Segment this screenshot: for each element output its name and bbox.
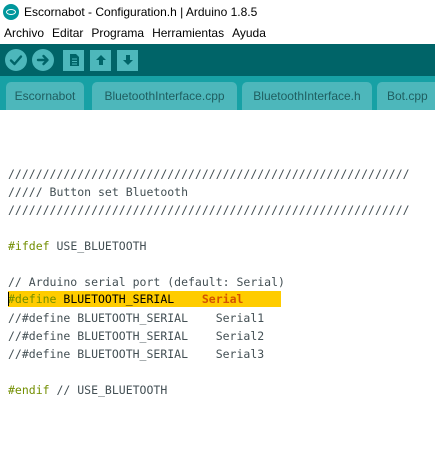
code-text: BLUETOOTH_SERIAL <box>56 292 202 306</box>
upload-button[interactable] <box>32 49 54 71</box>
preprocessor-keyword: #define <box>8 292 57 306</box>
constant-keyword: Serial <box>201 292 244 306</box>
code-line: #ifdef USE_BLUETOOTH <box>8 237 146 255</box>
menu-editar[interactable]: Editar <box>48 26 87 40</box>
preprocessor-keyword: #endif <box>8 383 50 397</box>
tab-bluetoothinterface-cpp[interactable]: BluetoothInterface.cpp <box>92 82 237 110</box>
tab-bluetoothinterface-h[interactable]: BluetoothInterface.h <box>242 82 372 110</box>
new-icon <box>69 54 79 66</box>
code-line: //#define BLUETOOTH_SERIAL Serial3 <box>8 347 265 361</box>
window-title: Escornabot - Configuration.h | Arduino 1… <box>24 5 258 19</box>
toolbar <box>0 44 435 76</box>
open-icon <box>95 55 106 65</box>
text-caret <box>8 292 9 306</box>
code-text: // USE_BLUETOOTH <box>49 383 168 397</box>
menu-archivo[interactable]: Archivo <box>0 26 48 40</box>
verify-icon <box>9 55 23 66</box>
save-button[interactable] <box>117 49 138 71</box>
save-icon <box>122 55 133 65</box>
upload-icon <box>36 54 49 66</box>
tab-escornabot[interactable]: Escornabot <box>6 82 84 110</box>
menu-programa[interactable]: Programa <box>87 26 148 40</box>
code-editor[interactable]: ////////////////////////////////////////… <box>0 110 435 452</box>
menu-ayuda[interactable]: Ayuda <box>228 26 270 40</box>
verify-button[interactable] <box>5 49 27 71</box>
code-line: ////////////////////////////////////////… <box>8 203 410 217</box>
menu-bar: Archivo Editar Programa Herramientas Ayu… <box>0 24 435 42</box>
tab-bot-cpp[interactable]: Bot.cpp <box>377 82 435 110</box>
code-line: // Arduino serial port (default: Serial) <box>8 275 285 289</box>
code-line: //#define BLUETOOTH_SERIAL Serial2 <box>8 329 265 343</box>
code-line: //#define BLUETOOTH_SERIAL Serial1 <box>8 311 265 325</box>
code-line: ////////////////////////////////////////… <box>8 167 410 181</box>
preprocessor-keyword: #ifdef <box>8 239 50 253</box>
open-button[interactable] <box>90 49 111 71</box>
menu-herramientas[interactable]: Herramientas <box>148 26 228 40</box>
code-line-highlighted: #define BLUETOOTH_SERIAL Serial <box>8 290 243 308</box>
code-text: USE_BLUETOOTH <box>49 239 147 253</box>
tab-bar: Escornabot BluetoothInterface.cpp Blueto… <box>0 76 435 110</box>
arduino-logo-icon <box>3 4 19 20</box>
new-button[interactable] <box>63 49 84 71</box>
code-line: ///// Button set Bluetooth <box>8 185 189 199</box>
code-line: #endif // USE_BLUETOOTH <box>8 381 167 399</box>
title-bar: Escornabot - Configuration.h | Arduino 1… <box>0 0 435 24</box>
